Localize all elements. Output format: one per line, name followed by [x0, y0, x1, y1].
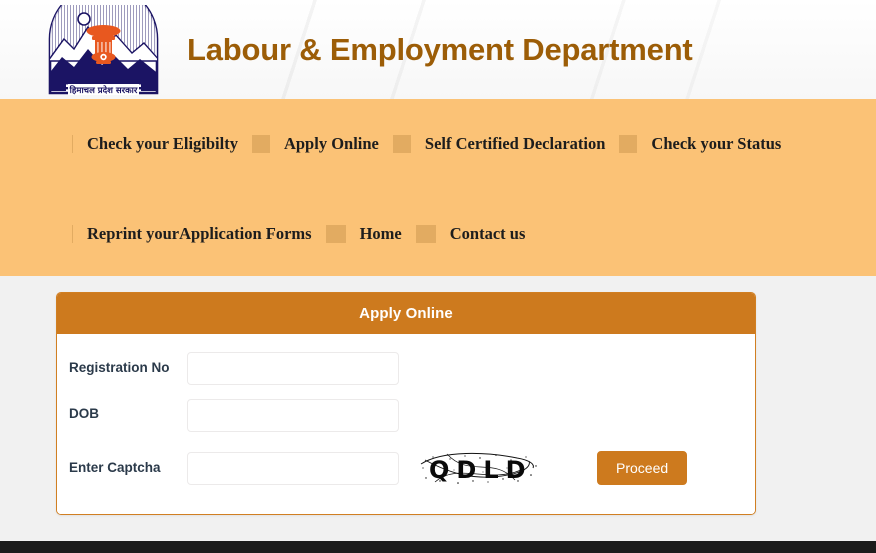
form-row-captcha: Enter Captcha QDLD Proceed	[57, 448, 755, 488]
proceed-button[interactable]: Proceed	[597, 451, 688, 485]
form-row-registration-no: Registration No	[57, 352, 755, 385]
nav-row-secondary: Reprint yourApplication Forms Home Conta…	[0, 220, 876, 248]
nav-item-check-your-status[interactable]: Check your Status	[641, 130, 791, 158]
nav-item-self-certified-declaration[interactable]: Self Certified Declaration	[415, 130, 616, 158]
enter-captcha-label: Enter Captcha	[69, 460, 161, 475]
apply-online-panel: Apply Online Registration No DOB Enter C…	[56, 292, 756, 515]
nav-separator	[72, 135, 73, 153]
nav-separator	[251, 135, 270, 153]
government-emblem-logo: हिमाचल प्रदेश सरकार	[40, 4, 167, 95]
nav-separator	[72, 225, 73, 243]
nav-separator	[325, 225, 346, 243]
nav-item-contact-us[interactable]: Contact us	[440, 220, 536, 248]
site-footer	[0, 541, 876, 553]
nav-item-check-your-eligibility[interactable]: Check your Eligibilty	[77, 130, 248, 158]
dob-input[interactable]	[187, 399, 399, 432]
dob-label: DOB	[69, 406, 99, 421]
captcha-input[interactable]	[187, 451, 399, 485]
nav-item-reprint-your-application-forms[interactable]: Reprint yourApplication Forms	[77, 220, 322, 248]
nav-separator	[415, 225, 436, 243]
nav-item-home[interactable]: Home	[350, 220, 412, 248]
registration-no-label: Registration No	[69, 360, 170, 375]
site-header: हिमाचल प्रदेश सरकार Labour & Employment …	[0, 0, 876, 99]
himachal-pradesh-emblem-icon: हिमाचल प्रदेश सरकार	[48, 4, 159, 95]
registration-no-input[interactable]	[187, 352, 399, 385]
main-navigation: Check your Eligibilty Apply Online Self …	[0, 99, 876, 276]
page-title: Labour & Employment Department	[187, 31, 693, 67]
nav-separator	[619, 135, 638, 153]
emblem-caption: हिमाचल प्रदेश सरकार	[69, 85, 138, 95]
nav-separator	[392, 135, 411, 153]
captcha-image: QDLD	[417, 448, 541, 488]
panel-heading: Apply Online	[57, 293, 755, 334]
captcha-text: QDLD	[429, 456, 533, 484]
nav-row-primary: Check your Eligibilty Apply Online Self …	[0, 130, 876, 158]
nav-item-apply-online[interactable]: Apply Online	[274, 130, 389, 158]
form-row-dob: DOB	[57, 399, 755, 432]
apply-online-form: Registration No DOB Enter Captcha QDLD P…	[57, 334, 755, 514]
